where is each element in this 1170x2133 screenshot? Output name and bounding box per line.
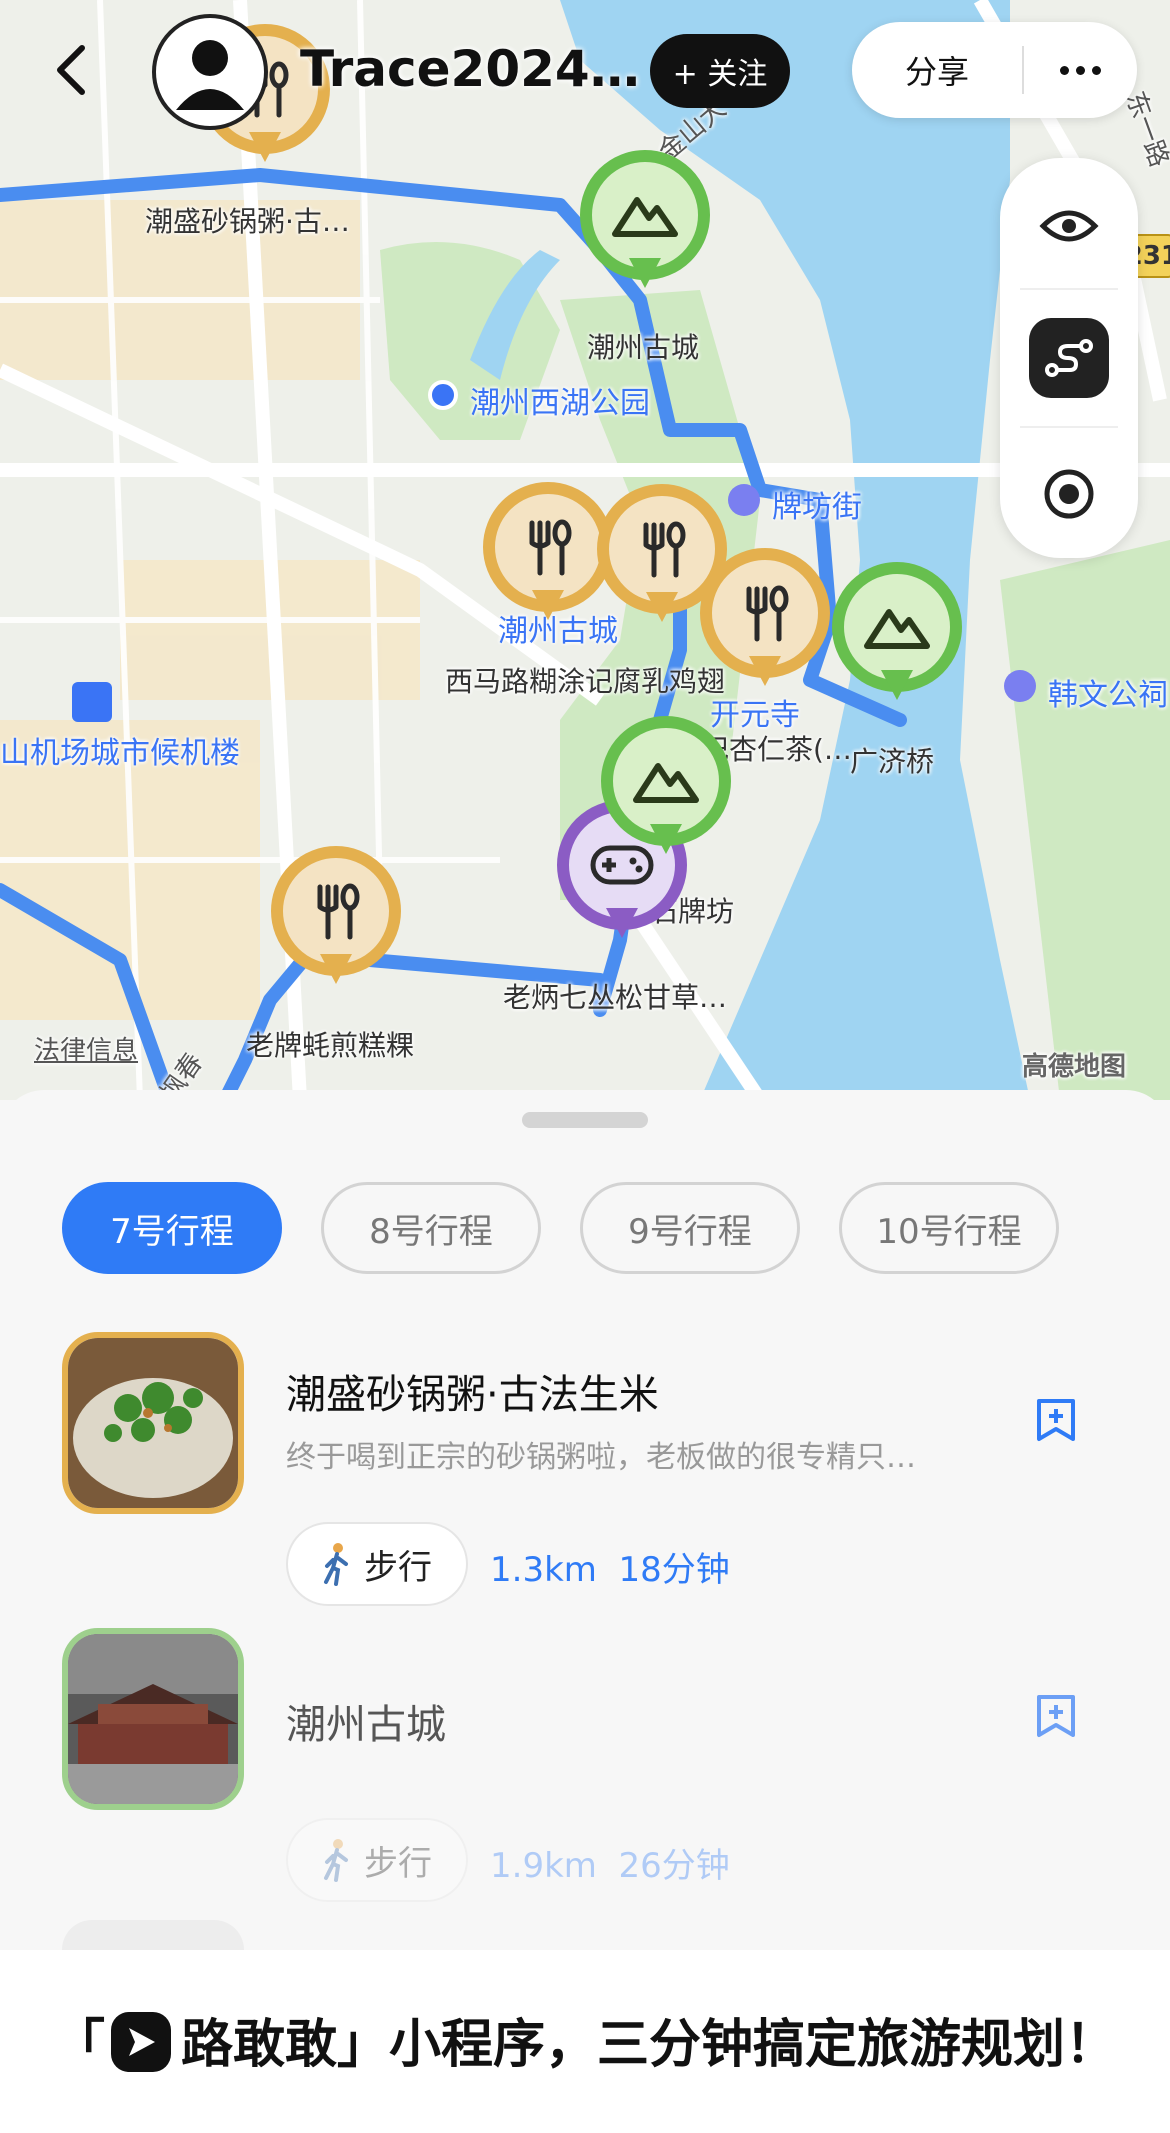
park-poi-icon: [428, 380, 458, 410]
food-pin-2[interactable]: [483, 482, 613, 632]
send-icon: [110, 2012, 171, 2072]
distance-value: 1.9km: [490, 1846, 597, 1886]
next-item-thumbnail: [62, 1920, 244, 1950]
promo-tagline: 」小程序，三分钟搞定旅游规划！: [337, 2015, 1118, 2075]
gaode-map-logo: 高德地图: [1022, 1052, 1127, 1082]
route-distance: 1.9km 26分钟: [490, 1838, 730, 1887]
divider: [1020, 288, 1118, 290]
food-pin-laowei[interactable]: [700, 548, 830, 698]
map-label-oyster-cake: 老牌蚝煎糕粿: [246, 1029, 415, 1062]
map-view[interactable]: 潮盛砂锅粥·古… 潮州古城 潮州西湖公园 牌坊街 潮州古城 西马路糊涂记腐乳鸡翅…: [0, 0, 1170, 1100]
route-distance: 1.3km 18分钟: [490, 1542, 730, 1591]
place-name: 潮盛砂锅粥·古法生米: [286, 1372, 659, 1418]
tab-day-10[interactable]: 10号行程: [839, 1182, 1059, 1274]
airport-poi-icon: [72, 682, 112, 722]
chevron-left-icon: [57, 45, 85, 95]
duration-value: 18分钟: [618, 1550, 730, 1590]
brand-name: 路敢敢: [180, 2015, 337, 2075]
transport-mode[interactable]: 步行: [286, 1522, 468, 1606]
food-thumbnail: [62, 1332, 244, 1514]
map-label-paifang-street: 牌坊街: [772, 490, 862, 525]
walking-icon: [324, 1839, 348, 1882]
divider: [1020, 426, 1118, 428]
legal-info-link[interactable]: 法律信息: [34, 1030, 138, 1067]
map-label-ancient-city: 潮州古城: [587, 331, 700, 364]
share-button[interactable]: 分享: [852, 47, 1022, 93]
trace-title: Trace2024…: [300, 40, 640, 98]
transport-mode-label: 步行: [364, 1843, 432, 1884]
route-icon[interactable]: [1019, 308, 1119, 408]
landmark-poi-icon: [728, 484, 760, 516]
transport-mode-label: 步行: [364, 1547, 432, 1588]
eye-icon[interactable]: [1019, 176, 1119, 276]
scenic-pin-paifang[interactable]: [601, 716, 731, 866]
temple-poi-icon: [1004, 670, 1036, 702]
scenic-pin-guangji[interactable]: [832, 562, 962, 712]
locate-icon[interactable]: [1019, 444, 1119, 544]
tab-day-7[interactable]: 7号行程: [62, 1182, 282, 1274]
scenic-thumbnail: [62, 1628, 244, 1810]
promo-text: 「 路敢敢」小程序，三分钟搞定旅游规划！: [0, 2002, 1170, 2077]
back-button[interactable]: [48, 40, 98, 100]
bookmark-add-icon[interactable]: [1034, 1692, 1078, 1740]
map-label-hanwengong: 韩文公祠: [1048, 678, 1168, 713]
tab-day-8[interactable]: 8号行程: [321, 1182, 541, 1274]
map-toolbar: [1000, 158, 1138, 558]
map-label-chaosheng: 潮盛砂锅粥·古…: [145, 205, 350, 238]
distance-value: 1.3km: [490, 1550, 597, 1590]
follow-button[interactable]: + 关注: [650, 34, 790, 108]
user-icon: [176, 40, 244, 110]
map-label-laobing: 老炳七丛松甘草…: [503, 981, 728, 1014]
walking-icon: [324, 1543, 348, 1586]
more-icon[interactable]: [1024, 65, 1137, 75]
tab-day-9[interactable]: 9号行程: [580, 1182, 800, 1274]
transport-mode[interactable]: 步行: [286, 1818, 468, 1902]
promo-open-bracket: 「: [52, 2015, 105, 2075]
map-label-airport-terminal: 山机场城市候机楼: [0, 736, 240, 771]
share-capsule: 分享: [852, 22, 1137, 118]
map-label-xihu-park: 潮州西湖公园: [470, 386, 650, 421]
map-label-guangji: 广济桥: [850, 745, 935, 778]
map-label-ximalu: 西马路糊涂记腐乳鸡翅: [445, 665, 726, 698]
scenic-pin-ancient-city[interactable]: [580, 150, 710, 300]
promo-banner[interactable]: 「 路敢敢」小程序，三分钟搞定旅游规划！: [0, 1950, 1170, 2133]
place-name: 潮州古城: [286, 1702, 446, 1748]
drag-handle[interactable]: [522, 1112, 648, 1128]
bookmark-add-icon[interactable]: [1034, 1396, 1078, 1444]
duration-value: 26分钟: [618, 1846, 730, 1886]
place-description: 终于喝到正宗的砂锅粥啦，老板做的很专精只…: [286, 1440, 916, 1475]
food-pin-oyster[interactable]: [271, 846, 401, 996]
avatar[interactable]: [152, 14, 268, 130]
